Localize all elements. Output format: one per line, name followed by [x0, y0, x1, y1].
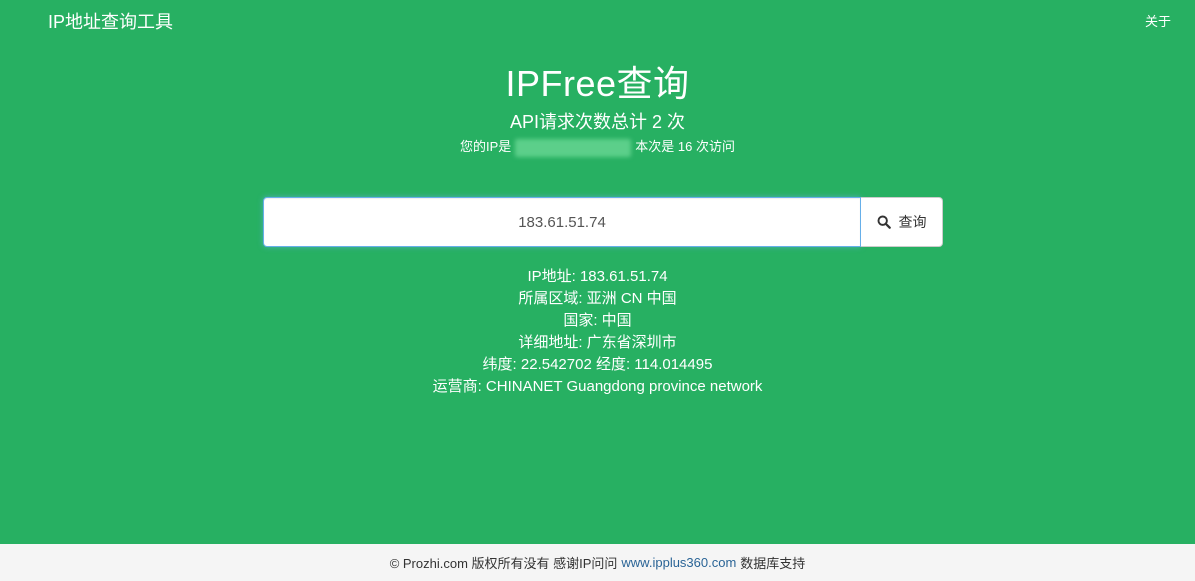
search-bar: 查询: [263, 197, 943, 247]
redacted-ip: [515, 138, 632, 157]
page-title: IPFree查询: [505, 63, 690, 104]
hero: IPFree查询 API请求次数总计 2 次 您的IP是 本次是 16 次访问: [0, 60, 1195, 157]
footer-prefix: © Prozhi.com 版权所有没有 感谢IP问问: [389, 556, 618, 571]
result-ip: IP地址: 183.61.51.74: [527, 268, 668, 285]
result-coordinates: 纬度: 22.542702 经度: 114.014495: [482, 356, 713, 373]
search-icon: [877, 215, 891, 229]
result-address: 详细地址: 广东省深圳市: [518, 334, 677, 351]
result-country: 国家: 中国: [563, 312, 632, 329]
result-isp: 运营商: CHINANET Guangdong province network: [432, 378, 763, 395]
visit-suffix: 本次是 16 次访问: [635, 139, 735, 154]
footer: © Prozhi.com 版权所有没有 感谢IP问问 www.ipplus360…: [0, 544, 1195, 581]
footer-link[interactable]: www.ipplus360.com: [621, 555, 736, 570]
api-count-text: API请求次数总计 2 次: [509, 112, 686, 132]
footer-suffix: 数据库支持: [740, 556, 806, 571]
search-button-label: 查询: [898, 214, 927, 230]
result-region: 所属区域: 亚洲 CN 中国: [518, 290, 677, 307]
visit-prefix: 您的IP是: [460, 139, 512, 154]
search-button[interactable]: 查询: [861, 197, 943, 247]
about-link[interactable]: 关于: [1145, 11, 1171, 30]
brand-link[interactable]: IP地址查询工具: [48, 8, 173, 34]
ip-search-input[interactable]: [263, 197, 861, 247]
result-panel: IP地址: 183.61.51.74 所属区域: 亚洲 CN 中国 国家: 中国…: [0, 266, 1195, 398]
visit-info: 您的IP是 本次是 16 次访问: [0, 138, 1195, 157]
navbar: IP地址查询工具 关于: [0, 0, 1195, 40]
